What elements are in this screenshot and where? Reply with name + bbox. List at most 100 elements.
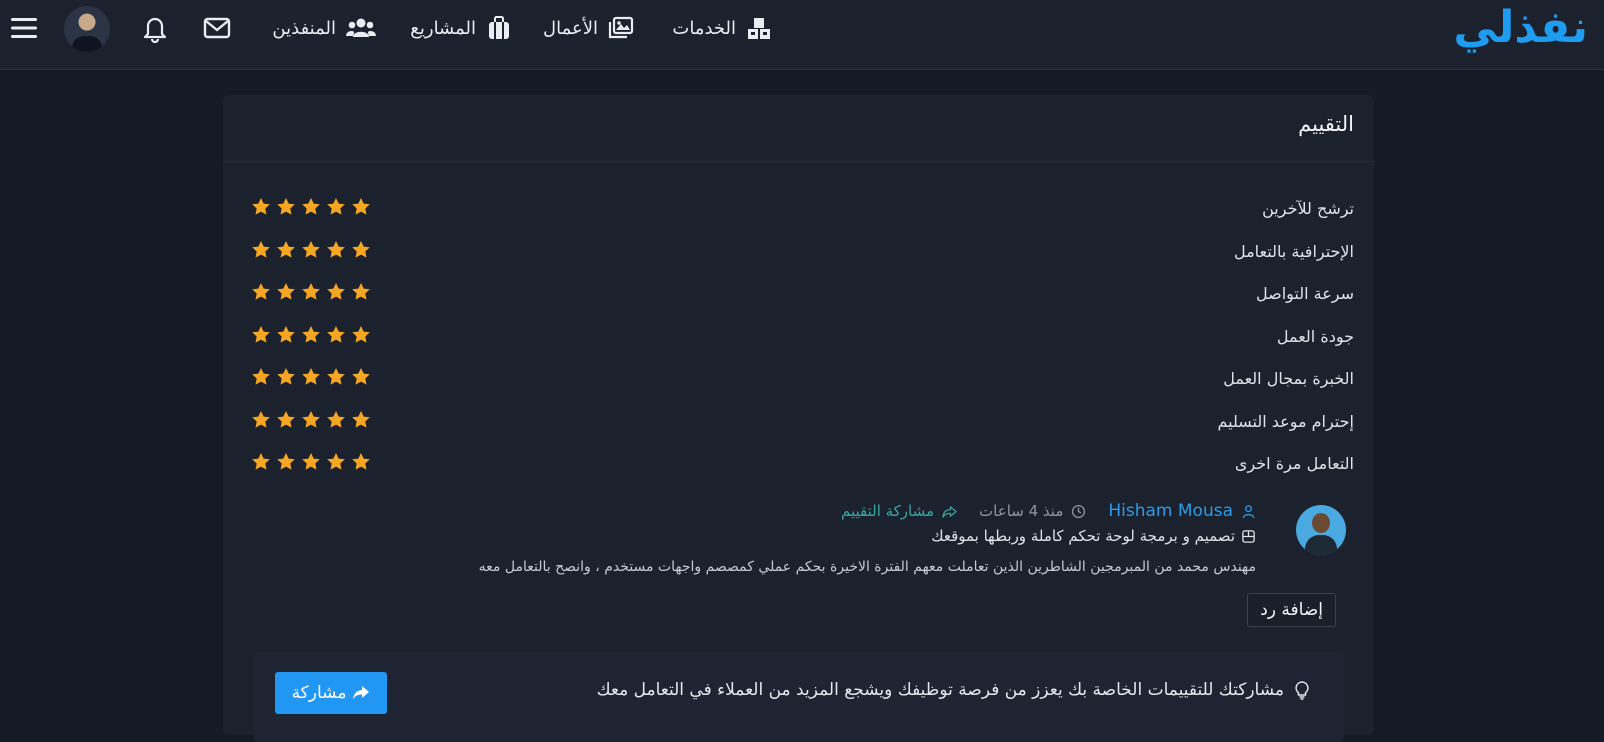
suitcase-icon	[489, 16, 509, 39]
card-divider	[223, 161, 1374, 162]
rating-stars	[251, 367, 371, 387]
review-meta: Hisham Mousa منذ 4 ساعات مشاركة التقييم	[841, 501, 1256, 521]
boxes-icon	[748, 18, 770, 39]
user-avatar[interactable]	[64, 6, 110, 52]
rating-stars	[251, 410, 371, 430]
star-icon	[352, 325, 370, 343]
nav-projects-label: المشاريع	[410, 17, 476, 39]
nav-works-label: الأعمال	[543, 17, 598, 39]
user-icon	[1242, 504, 1255, 518]
review-item: Hisham Mousa منذ 4 ساعات مشاركة التقييم …	[223, 495, 1374, 655]
review-time: منذ 4 ساعات	[979, 502, 1064, 520]
star-icon	[252, 283, 270, 300]
reviewer-name[interactable]: Hisham Mousa	[1108, 501, 1233, 521]
share-tip: مشاركتك للتقييمات الخاصة بك يعزز من فرصة…	[597, 680, 1312, 700]
rating-label: سرعة التواصل	[1255, 284, 1354, 303]
star-icon	[277, 368, 295, 385]
project-title[interactable]: تصميم و برمجة لوحة تحكم كاملة وربطها بمو…	[931, 527, 1235, 545]
star-icon	[252, 198, 270, 215]
rating-label: الإحترافية بالتعامل	[1233, 241, 1354, 261]
star-icon	[327, 240, 345, 258]
star-icon	[277, 325, 295, 343]
menu-button[interactable]	[8, 12, 40, 44]
rating-stars	[251, 452, 371, 472]
rating-label: إحترام موعد التسليم	[1217, 411, 1355, 431]
nav-freelancers[interactable]: المنفذين	[272, 0, 376, 56]
nav-freelancers-label: المنفذين	[272, 17, 336, 39]
star-icon	[252, 453, 270, 470]
star-icon	[252, 368, 270, 385]
star-icon	[277, 198, 295, 215]
star-icon	[252, 410, 270, 428]
rating-stars	[251, 282, 371, 302]
star-icon	[352, 198, 370, 215]
share-arrow-icon	[353, 686, 370, 700]
star-icon	[327, 453, 345, 470]
rating-label: التعامل مرة اخرى	[1234, 454, 1354, 473]
star-icon	[302, 368, 320, 385]
star-icon	[277, 410, 295, 428]
rating-row: سرعة التواصل	[223, 280, 1374, 310]
users-icon	[346, 18, 376, 37]
images-icon	[608, 16, 634, 39]
top-navbar: نفذلي الخدمات الأعمال المشاريع المنفذين	[0, 0, 1604, 70]
rating-stars	[251, 240, 371, 260]
clock-icon	[1072, 504, 1086, 518]
card-title: التقييم	[1298, 112, 1354, 136]
reviewer-avatar[interactable]	[1296, 505, 1346, 555]
rating-row: الخبرة بمجال العمل	[223, 365, 1374, 395]
share-review-link[interactable]: مشاركة التقييم	[841, 502, 934, 520]
review-project: تصميم و برمجة لوحة تحكم كاملة وربطها بمو…	[931, 527, 1256, 545]
rating-row: جودة العمل	[223, 323, 1374, 353]
lightbulb-icon	[1295, 681, 1309, 700]
star-icon	[277, 453, 295, 470]
star-icon	[352, 368, 370, 385]
review-comment: مهندس محمد من المبرمجين الشاطرين الذين ت…	[478, 559, 1256, 575]
rating-row: ترشح للآخرين	[223, 195, 1374, 225]
notifications-button[interactable]	[139, 12, 171, 44]
star-icon	[302, 240, 320, 258]
star-icon	[327, 410, 345, 428]
nav-services-label: الخدمات	[672, 17, 736, 39]
star-icon	[302, 410, 320, 428]
star-icon	[302, 325, 320, 343]
star-icon	[277, 283, 295, 300]
add-reply-button[interactable]: إضافة رد	[1247, 593, 1336, 627]
site-logo[interactable]: نفذلي	[1453, 0, 1589, 60]
bell-icon	[143, 17, 167, 43]
star-icon	[327, 325, 345, 343]
share-tip-text: مشاركتك للتقييمات الخاصة بك يعزز من فرصة…	[596, 680, 1284, 700]
rating-label: جودة العمل	[1276, 326, 1354, 346]
nav-projects[interactable]: المشاريع	[410, 0, 512, 56]
project-icon	[1242, 529, 1255, 543]
rating-stars	[251, 325, 371, 345]
messages-button[interactable]	[201, 12, 233, 44]
star-icon	[327, 283, 345, 300]
star-icon	[327, 368, 345, 385]
share-button-label: مشاركة	[291, 683, 347, 703]
rating-label: ترشح للآخرين	[1262, 199, 1354, 218]
star-icon	[352, 453, 370, 470]
rating-card: التقييم ترشح للآخرين الإحترافية بالتعامل س…	[223, 95, 1374, 742]
share-icon	[942, 505, 957, 518]
rating-row: التعامل مرة اخرى	[223, 450, 1374, 480]
star-icon	[302, 283, 320, 300]
envelope-icon	[203, 17, 231, 39]
rating-label: الخبرة بمجال العمل	[1223, 369, 1354, 388]
star-icon	[352, 410, 370, 428]
star-icon	[302, 198, 320, 215]
nav-works[interactable]: الأعمال	[543, 0, 634, 56]
hamburger-icon	[11, 18, 37, 38]
star-icon	[252, 325, 270, 343]
share-button[interactable]: مشاركة	[275, 672, 387, 714]
star-icon	[277, 240, 295, 258]
rating-row: الإحترافية بالتعامل	[223, 238, 1374, 268]
nav-services[interactable]: الخدمات	[672, 0, 772, 56]
star-icon	[327, 198, 345, 215]
star-icon	[352, 240, 370, 258]
star-icon	[252, 240, 270, 258]
star-icon	[302, 453, 320, 470]
rating-stars	[251, 197, 371, 217]
rating-row: إحترام موعد التسليم	[223, 408, 1374, 438]
star-icon	[352, 283, 370, 300]
